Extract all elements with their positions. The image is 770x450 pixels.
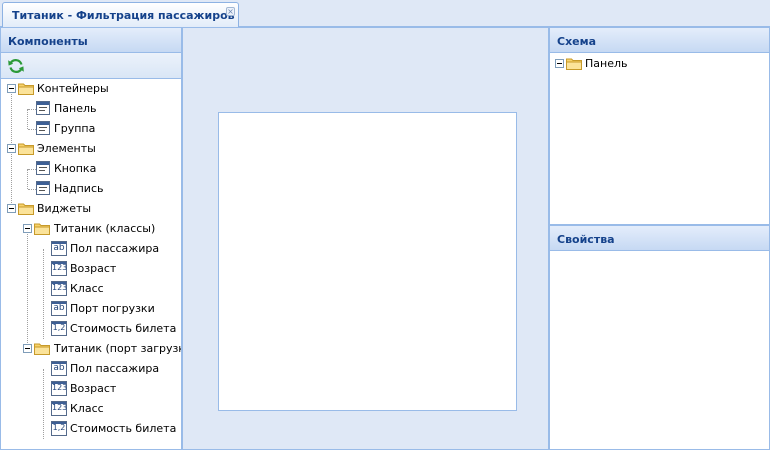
schema-panel-title: Схема <box>550 28 769 53</box>
component-icon <box>36 181 50 195</box>
string-field-icon: ab <box>51 301 67 316</box>
tree-item-passenger-sex[interactable]: ab Пол пассажира <box>1 239 181 259</box>
tree-item-group[interactable]: Группа <box>1 119 181 139</box>
schema-tree: Панель <box>550 53 769 93</box>
folder-icon <box>18 143 34 155</box>
folder-icon <box>34 343 50 355</box>
collapse-icon[interactable] <box>7 204 16 213</box>
tree-node-elements[interactable]: Элементы <box>1 139 181 159</box>
components-toolbar <box>1 53 181 79</box>
tree-item-label[interactable]: Надпись <box>1 179 181 199</box>
components-panel: Компоненты Контейнеры Панель Группа Элем… <box>0 27 182 450</box>
collapse-icon[interactable] <box>7 84 16 93</box>
refresh-icon[interactable] <box>7 57 25 75</box>
number-field-icon: 123 <box>51 401 67 416</box>
tree-item-embark-port[interactable]: ab Порт погрузки <box>1 299 181 319</box>
decimal-field-icon: 1,2 <box>51 421 67 436</box>
number-field-icon: 123 <box>51 381 67 396</box>
schema-node-panel[interactable]: Панель <box>550 54 730 74</box>
number-field-icon: 123 <box>51 261 67 276</box>
tree-node-titanic-port[interactable]: Титаник (порт загрузки) <box>1 339 181 359</box>
tree-item-ticket-fare[interactable]: 1,2 Стоимость билета <box>1 319 181 339</box>
tree-item-ticket-fare[interactable]: 1,2 Стоимость билета <box>1 419 181 439</box>
component-icon <box>36 101 50 115</box>
tab-title: Титаник - Фильтрация пассажиров <box>12 9 235 22</box>
component-icon <box>36 121 50 135</box>
tree-item-class[interactable]: 123 Класс <box>1 279 181 299</box>
collapse-icon[interactable] <box>23 224 32 233</box>
tree-item-class[interactable]: 123 Класс <box>1 399 181 419</box>
folder-icon <box>18 83 34 95</box>
string-field-icon: ab <box>51 361 67 376</box>
folder-icon <box>34 223 50 235</box>
tab-titanic-filter[interactable]: Титаник - Фильтрация пассажиров × <box>2 2 239 27</box>
tree-node-containers[interactable]: Контейнеры <box>1 79 181 99</box>
collapse-icon[interactable] <box>7 144 16 153</box>
tree-node-titanic-classes[interactable]: Титаник (классы) <box>1 219 181 239</box>
close-icon[interactable]: × <box>226 7 235 16</box>
string-field-icon: ab <box>51 241 67 256</box>
folder-icon <box>566 58 582 70</box>
tree-item-age[interactable]: 123 Возраст <box>1 379 181 399</box>
schema-panel: Схема Панель <box>549 27 770 225</box>
component-icon <box>36 161 50 175</box>
properties-panel-title: Свойства <box>550 226 769 251</box>
number-field-icon: 123 <box>51 281 67 296</box>
tree-item-passenger-sex[interactable]: ab Пол пассажира <box>1 359 181 379</box>
properties-panel: Свойства <box>549 225 770 450</box>
tree-item-age[interactable]: 123 Возраст <box>1 259 181 279</box>
collapse-icon[interactable] <box>555 59 564 68</box>
tree-node-widgets[interactable]: Виджеты <box>1 199 181 219</box>
folder-icon <box>18 203 34 215</box>
decimal-field-icon: 1,2 <box>51 321 67 336</box>
tree-item-button[interactable]: Кнопка <box>1 159 181 179</box>
tree-item-panel[interactable]: Панель <box>1 99 181 119</box>
collapse-icon[interactable] <box>23 344 32 353</box>
components-panel-title: Компоненты <box>1 28 181 53</box>
design-canvas[interactable] <box>218 112 517 411</box>
design-area <box>182 27 549 450</box>
tab-bar: Титаник - Фильтрация пассажиров × <box>0 0 770 27</box>
